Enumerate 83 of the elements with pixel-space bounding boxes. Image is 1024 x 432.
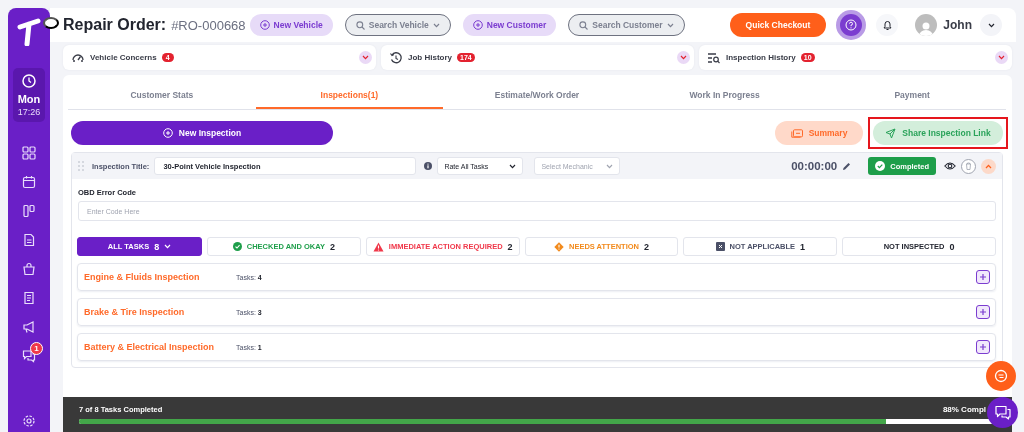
plus-circle-icon — [259, 20, 270, 30]
share-inspection-link-button[interactable]: Share Inspection Link — [873, 121, 1003, 145]
tab[interactable]: Payment — [818, 83, 1006, 109]
chevron-down-icon — [666, 22, 674, 28]
expand-button[interactable] — [995, 51, 1008, 64]
tab[interactable]: Customer Stats — [68, 83, 256, 109]
expand-button[interactable] — [677, 51, 690, 64]
category-name: Battery & Electrical Inspection — [84, 342, 216, 352]
chevron-down-icon — [680, 55, 687, 60]
order-number: #RO-000668 — [171, 17, 246, 33]
progress-percent: 88% Compl — [942, 405, 986, 414]
bag-icon[interactable] — [22, 262, 36, 276]
chevron-down-icon — [362, 55, 369, 60]
check-circle-icon — [232, 242, 242, 251]
diamond-alert-icon — [553, 241, 564, 252]
chevron-down-icon — [998, 55, 1005, 60]
chevron-down-icon — [164, 244, 172, 249]
chevron-down-icon — [606, 163, 614, 169]
search-vehicle-field[interactable]: Search Vehicle — [344, 14, 451, 36]
warning-icon — [372, 241, 384, 252]
check-circle-icon — [875, 161, 886, 171]
plus-circle-icon — [162, 128, 173, 138]
megaphone-icon[interactable] — [22, 320, 36, 334]
add-button[interactable] — [976, 305, 990, 319]
x-square-icon — [715, 242, 725, 251]
logo-icon — [16, 18, 42, 46]
bell-icon — [881, 19, 893, 31]
category-name: Brake & Tire Inspection — [84, 307, 186, 317]
plus-icon — [979, 343, 987, 351]
search-customer-field[interactable]: Search Customer — [568, 14, 685, 36]
pencil-icon[interactable] — [842, 161, 852, 171]
time-label: 17:26 — [17, 107, 41, 117]
category-name: Engine & Fluids Inspection — [84, 272, 201, 282]
board-icon[interactable] — [22, 204, 36, 218]
user-name: John — [943, 18, 972, 32]
trash-icon — [965, 162, 972, 170]
panel-label: Inspection History — [726, 53, 796, 62]
question-icon — [845, 19, 858, 31]
notifications-button[interactable] — [876, 14, 899, 36]
eye-icon[interactable] — [944, 161, 956, 171]
plus-icon — [979, 308, 987, 316]
search-icon — [355, 20, 365, 30]
chevron-down-icon — [509, 163, 517, 169]
collapse-button[interactable] — [43, 17, 59, 29]
quick-checkout-button[interactable]: Quick Checkout — [729, 13, 827, 37]
search-icon — [579, 20, 589, 30]
document-icon — [790, 128, 803, 138]
chevron-up-icon — [985, 163, 992, 169]
plus-circle-icon — [472, 20, 483, 30]
message-icon — [994, 369, 1008, 383]
new-customer-button[interactable]: New Customer — [462, 14, 557, 36]
page-title: Repair Order: — [63, 16, 167, 34]
person-icon — [918, 20, 935, 36]
chevron-down-icon — [987, 22, 995, 28]
grid-icon[interactable] — [22, 146, 36, 160]
tab[interactable]: Estimate/Work Order — [443, 83, 631, 109]
tab[interactable]: Inspections(1) — [255, 83, 444, 109]
plus-icon — [979, 273, 987, 281]
info-icon — [424, 162, 433, 170]
new-inspection-button[interactable]: New Inspection — [71, 121, 333, 145]
add-button[interactable] — [976, 270, 990, 284]
settings-icon[interactable] — [22, 414, 36, 428]
notification-badge: 1 — [30, 342, 43, 355]
add-button[interactable] — [976, 340, 990, 354]
chat-icon[interactable] — [22, 349, 36, 363]
drag-handle-icon — [78, 161, 84, 171]
chat-icon — [994, 405, 1011, 420]
expand-button[interactable] — [359, 51, 372, 64]
timer: 00:00:00 — [791, 160, 838, 172]
panel-label: Job History — [408, 53, 452, 62]
send-icon — [885, 127, 897, 139]
receipt-icon[interactable] — [22, 291, 36, 305]
day-label: Mon — [17, 93, 41, 105]
chevron-down-icon — [432, 22, 440, 28]
list-search-icon — [707, 50, 721, 65]
new-vehicle-button[interactable]: New Vehicle — [249, 14, 333, 36]
clock-icon — [22, 74, 36, 88]
tab[interactable]: Work In Progress — [630, 83, 819, 109]
history-icon — [389, 50, 403, 65]
calendar-icon[interactable] — [22, 175, 36, 189]
help-button[interactable] — [836, 10, 867, 40]
panel-label: Vehicle Concerns — [90, 53, 157, 62]
document-icon[interactable] — [22, 233, 36, 247]
